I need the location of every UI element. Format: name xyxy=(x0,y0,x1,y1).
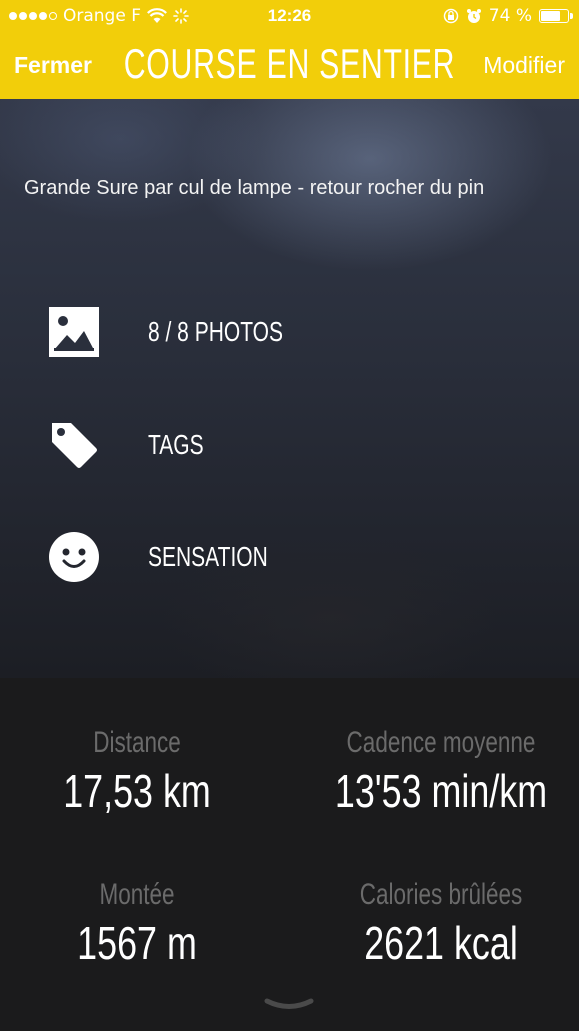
distance-stat: Distance 17,53 km xyxy=(0,726,282,818)
tag-icon xyxy=(49,420,99,470)
battery-percent: 74 % xyxy=(488,6,532,26)
alarm-icon xyxy=(466,9,481,23)
header: Orange F 12:26 74 % Fermer COURSE EN SEN… xyxy=(0,0,579,99)
sensation-label: SENSATION xyxy=(148,541,268,572)
smiley-icon xyxy=(49,532,99,582)
status-right: 74 % xyxy=(443,6,573,26)
nav-bar: Fermer COURSE EN SENTIER Modifier xyxy=(0,34,579,99)
photos-label: 8 / 8 PHOTOS xyxy=(148,316,283,347)
calories-stat: Calories brûlées 2621 kcal xyxy=(296,878,579,970)
cadence-value: 13'53 min/km xyxy=(334,765,548,817)
stats-panel: Distance 17,53 km Cadence moyenne 13'53 … xyxy=(0,678,579,1031)
edit-button[interactable]: Modifier xyxy=(483,52,565,79)
sensation-row[interactable]: SENSATION xyxy=(49,532,308,582)
battery-icon xyxy=(539,9,573,23)
status-bar: Orange F 12:26 74 % xyxy=(0,0,579,34)
rotation-lock-icon xyxy=(443,8,459,24)
calories-label: Calories brûlées xyxy=(359,878,523,911)
climb-label: Montée xyxy=(99,878,175,911)
activity-description: Grande Sure par cul de lampe - retour ro… xyxy=(24,177,485,199)
distance-label: Distance xyxy=(93,726,181,759)
cadence-stat: Cadence moyenne 13'53 min/km xyxy=(296,726,579,818)
activity-hero: Grande Sure par cul de lampe - retour ro… xyxy=(0,99,579,678)
chevron-down-icon[interactable] xyxy=(263,996,315,1014)
cadence-label: Cadence moyenne xyxy=(346,726,536,759)
photos-row[interactable]: 8 / 8 PHOTOS xyxy=(49,307,328,357)
distance-value: 17,53 km xyxy=(63,765,211,817)
page-title: COURSE EN SENTIER xyxy=(123,40,456,87)
climb-value: 1567 m xyxy=(77,917,197,969)
image-icon xyxy=(49,307,99,357)
tags-row[interactable]: TAGS xyxy=(49,420,222,470)
calories-value: 2621 kcal xyxy=(364,917,518,969)
tags-label: TAGS xyxy=(148,429,204,460)
climb-stat: Montée 1567 m xyxy=(0,878,282,970)
